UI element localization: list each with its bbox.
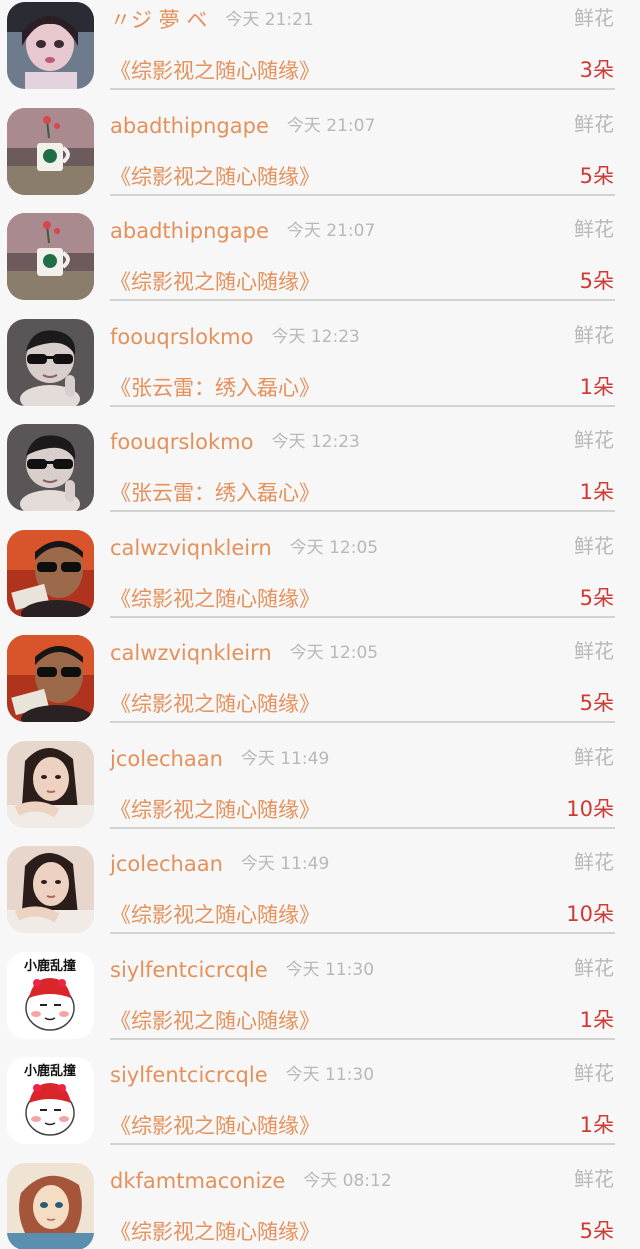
- avatar-kid-sunglasses-icon[interactable]: [7, 318, 94, 406]
- gift-record-list[interactable]: 〃ジ 夢 ベ今天 21:21 鲜花 《综影视之随心随缘》 3朵 abadthipngap…: [0, 0, 640, 1249]
- timestamp: 今天 12:05: [289, 537, 379, 558]
- book-title-link[interactable]: 《综影视之随心随缘》: [110, 1005, 320, 1037]
- book-title-link[interactable]: 《综影视之随心随缘》: [110, 161, 320, 193]
- flower-count: 1朵: [579, 374, 614, 399]
- row-divider: [110, 1037, 615, 1040]
- flower-count: 5朵: [579, 585, 614, 610]
- flower-count: 5朵: [579, 1218, 614, 1243]
- book-title-link[interactable]: 《综影视之随心随缘》: [110, 266, 320, 298]
- avatar-coffee-cup-icon[interactable]: [7, 107, 94, 195]
- avatar-cartoon-sticker-icon[interactable]: 小鹿乱撞: [7, 1057, 94, 1144]
- avatar-woman-portrait-icon[interactable]: [7, 846, 94, 933]
- row-divider: [110, 510, 615, 512]
- timestamp: 今天 21:21: [225, 10, 314, 30]
- timestamp: 今天 21:07: [286, 221, 376, 241]
- flower-count: 10朵: [566, 796, 614, 821]
- timestamp: 今天 08:12: [303, 1170, 392, 1191]
- gift-type-label: 鲜花: [574, 322, 614, 347]
- username[interactable]: abadthipngape: [110, 215, 269, 247]
- username[interactable]: 〃ジ 夢 ベ: [110, 4, 207, 36]
- gift-record-row[interactable]: calwzviqnkleirn 今天 12:05 鲜花《综影视之随心随缘》 5朵: [0, 528, 640, 634]
- flower-count: 3朵: [579, 58, 614, 82]
- username[interactable]: foouqrslokmo: [110, 426, 253, 458]
- gift-record-row[interactable]: dkfamtmaconize 今天 08:12 鲜花《综影视之随心随缘》 5朵: [0, 1161, 640, 1249]
- book-title-link[interactable]: 《张云雷：绣入磊心》: [110, 372, 320, 404]
- gift-record-row[interactable]: 小鹿乱撞 siylfentcicrcqle 今天 11:30 鲜花《综影视之随心随缘》…: [0, 1055, 640, 1161]
- gift-record-row[interactable]: jcolechaan 今天 11:49 鲜花《综影视之随心随缘》 10朵: [0, 844, 640, 950]
- timestamp: 今天 11:49: [240, 854, 330, 874]
- gift-record-row[interactable]: abadthipngape 今天 21:07 鲜花《综影视之随心随缘》 5朵: [0, 211, 640, 317]
- gift-record-row[interactable]: calwzviqnkleirn 今天 12:05 鲜花《综影视之随心随缘》 5朵: [0, 633, 640, 739]
- avatar-woman-portrait-icon[interactable]: [7, 740, 94, 828]
- gift-record-row[interactable]: jcolechaan 今天 11:49 鲜花《综影视之随心随缘》 10朵: [0, 739, 640, 845]
- row-divider: [110, 193, 615, 196]
- book-title-link[interactable]: 《综影视之随心随缘》: [110, 55, 320, 87]
- gift-type-label: 鲜花: [574, 533, 614, 558]
- book-title-link[interactable]: 《综影视之随心随缘》: [110, 688, 320, 720]
- timestamp: 今天 11:30: [285, 1065, 375, 1085]
- username[interactable]: foouqrslokmo: [110, 321, 253, 353]
- flower-count: 5朵: [579, 691, 614, 715]
- gift-record-row[interactable]: foouqrslokmo 今天 12:23 鲜花《张云雷：绣入磊心》 1朵: [0, 317, 640, 423]
- gift-record-row[interactable]: 〃ジ 夢 ベ今天 21:21 鲜花《综影视之随心随缘》 3朵: [0, 0, 640, 106]
- gift-type-label: 鲜花: [574, 850, 614, 874]
- username[interactable]: jcolechaan: [110, 848, 223, 880]
- book-title-link[interactable]: 《张云雷：绣入磊心》: [110, 477, 320, 509]
- book-title-link[interactable]: 《综影视之随心随缘》: [110, 1110, 320, 1142]
- flower-count: 5朵: [579, 163, 614, 188]
- flower-count: 10朵: [566, 902, 614, 926]
- username[interactable]: calwzviqnkleirn: [110, 532, 272, 564]
- gift-type-label: 鲜花: [574, 217, 614, 241]
- row-divider: [110, 932, 615, 934]
- gift-type-label: 鲜花: [574, 955, 614, 980]
- flower-count: 1朵: [579, 1113, 614, 1137]
- row-divider: [110, 404, 615, 407]
- username[interactable]: siylfentcicrcqle: [110, 1059, 268, 1091]
- book-title-link[interactable]: 《综影视之随心随缘》: [110, 1216, 320, 1248]
- book-title-link[interactable]: 《综影视之随心随缘》: [110, 794, 320, 826]
- avatar-cartoon-sticker-icon[interactable]: 小鹿乱撞: [7, 951, 94, 1039]
- gift-type-label: 鲜花: [574, 1061, 614, 1085]
- avatar-kid-sunglasses-icon[interactable]: [7, 424, 94, 511]
- book-title-link[interactable]: 《综影视之随心随缘》: [110, 899, 320, 931]
- username[interactable]: abadthipngape: [110, 110, 269, 142]
- avatar-anime-drawing-icon[interactable]: [7, 1162, 94, 1249]
- avatar-man-sunglasses-icon[interactable]: [7, 529, 94, 617]
- timestamp: 今天 12:23: [271, 326, 360, 347]
- row-divider: [110, 615, 615, 618]
- timestamp: 今天 11:30: [285, 959, 375, 980]
- avatar-man-sunglasses-icon[interactable]: [7, 635, 94, 722]
- username[interactable]: siylfentcicrcqle: [110, 954, 268, 986]
- avatar-girl-icon[interactable]: [7, 2, 94, 89]
- gift-type-label: 鲜花: [574, 428, 614, 452]
- timestamp: 今天 12:23: [271, 432, 360, 452]
- row-divider: [110, 826, 615, 829]
- row-divider: [110, 299, 615, 301]
- timestamp: 今天 11:49: [240, 748, 330, 769]
- gift-record-row[interactable]: 小鹿乱撞 siylfentcicrcqle 今天 11:30 鲜花《综影视之随心随缘》…: [0, 950, 640, 1056]
- row-divider: [110, 721, 615, 723]
- book-title-link[interactable]: 《综影视之随心随缘》: [110, 583, 320, 615]
- gift-type-label: 鲜花: [574, 1166, 614, 1191]
- row-divider: [110, 1143, 615, 1145]
- username[interactable]: jcolechaan: [110, 743, 223, 775]
- gift-record-row[interactable]: abadthipngape 今天 21:07 鲜花《综影视之随心随缘》 5朵: [0, 106, 640, 212]
- username[interactable]: dkfamtmaconize: [110, 1165, 285, 1197]
- gift-record-row[interactable]: foouqrslokmo 今天 12:23 鲜花《张云雷：绣入磊心》 1朵: [0, 422, 640, 528]
- svg-text:小鹿乱撞: 小鹿乱撞: [24, 1063, 76, 1079]
- svg-text:小鹿乱撞: 小鹿乱撞: [24, 958, 76, 974]
- timestamp: 今天 12:05: [289, 643, 379, 663]
- timestamp: 今天 21:07: [286, 115, 376, 136]
- row-divider: [110, 88, 615, 90]
- username[interactable]: calwzviqnkleirn: [110, 637, 272, 669]
- flower-count: 5朵: [579, 269, 614, 293]
- flower-count: 1朵: [579, 480, 614, 504]
- gift-type-label: 鲜花: [574, 639, 614, 663]
- avatar-coffee-cup-icon[interactable]: [7, 213, 94, 300]
- gift-type-label: 鲜花: [574, 111, 614, 136]
- gift-type-label: 鲜花: [574, 744, 614, 769]
- flower-count: 1朵: [579, 1007, 614, 1032]
- gift-type-label: 鲜花: [574, 6, 614, 30]
